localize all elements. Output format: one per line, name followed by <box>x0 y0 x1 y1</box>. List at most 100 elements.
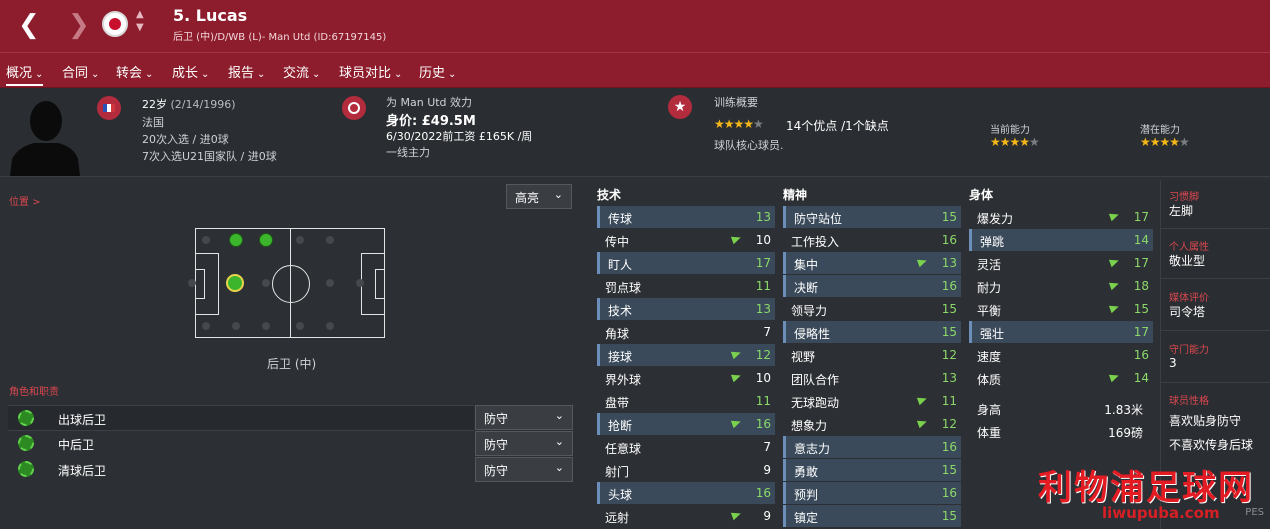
player-dob: (2/14/1996) <box>170 98 236 111</box>
attribute-name: 耐力 <box>977 281 1002 295</box>
trend-arrow-icon <box>730 417 743 429</box>
trend-arrow-icon <box>1108 256 1121 268</box>
attribute-row: 勇敢 15 <box>783 459 961 481</box>
attribute-row: 无球跑动 11 <box>783 390 961 412</box>
attribute-row: 射门 9 <box>597 459 775 481</box>
attribute-value: 7 <box>763 440 771 454</box>
chevron-down-icon: ⌄ <box>145 69 154 80</box>
attribute-name: 盘带 <box>605 396 630 410</box>
up-arrow-icon[interactable]: ▲ <box>136 8 144 21</box>
attribute-value: 12 <box>941 417 957 431</box>
trait-item: 喜欢贴身防守 <box>1169 414 1242 428</box>
player-silhouette-icon <box>10 101 80 176</box>
attribute-row: 视野 12 <box>783 344 961 366</box>
goalkeeping-value: 3 <box>1169 356 1177 370</box>
attribute-name: 领导力 <box>791 304 828 318</box>
position-marker-wingback-left <box>259 233 273 247</box>
personality-value: 敬业型 <box>1169 254 1206 268</box>
attribute-row: 盯人 17 <box>597 252 775 274</box>
attribute-row: 任意球 7 <box>597 436 775 458</box>
attribute-value: 14 <box>1133 233 1149 247</box>
forward-button[interactable]: ❯ <box>68 10 90 40</box>
squad-status: 一线主力 <box>386 146 430 159</box>
attribute-value: 16 <box>755 486 771 500</box>
role-row[interactable]: 出球后卫 <box>8 405 474 431</box>
attribute-value: 16 <box>1133 348 1149 362</box>
attribute-row: 平衡 15 <box>969 298 1153 320</box>
player-header: ❮ ❯ ▲ ▼ 5. Lucas 后卫 (中)/D/WB (L)- Man Ut… <box>0 0 1270 52</box>
tab-overview[interactable]: 概况 ⌄ <box>6 62 44 86</box>
role-icon <box>18 435 34 451</box>
player-switch-arrows[interactable]: ▲ ▼ <box>136 8 144 34</box>
attribute-value: 15 <box>941 509 957 523</box>
attribute-value: 11 <box>941 394 957 408</box>
tab-development[interactable]: 成长 ⌄ <box>172 62 209 81</box>
attribute-name: 决断 <box>794 281 819 295</box>
player-name: 5. Lucas <box>173 6 248 25</box>
tab-contract[interactable]: 合同 ⌄ <box>62 62 99 81</box>
attribute-value: 9 <box>763 509 771 523</box>
tab-compare[interactable]: 球员对比 ⌄ <box>339 62 402 81</box>
highlight-dropdown[interactable]: 高亮 ⌄ <box>506 184 572 209</box>
role-row[interactable]: 清球后卫 <box>8 457 474 481</box>
attribute-name: 角球 <box>605 327 630 341</box>
player-nation: 法国 <box>142 116 164 129</box>
attribute-name: 盯人 <box>608 258 633 272</box>
attribute-name: 罚点球 <box>605 281 642 295</box>
attribute-value: 7 <box>763 325 771 339</box>
roles-label: 角色和职责 <box>9 387 59 398</box>
attribute-value: 16 <box>941 279 957 293</box>
attribute-value: 18 <box>1133 279 1149 293</box>
club-icon <box>342 96 366 120</box>
star-icon: ★ <box>668 95 692 119</box>
weight-row: 体重 169磅 <box>977 426 1143 440</box>
role-row[interactable]: 中后卫 <box>8 431 474 455</box>
plays-for: 为 Man Utd 效力 <box>386 96 473 109</box>
trend-arrow-icon <box>730 371 743 383</box>
attribute-value: 12 <box>755 348 771 362</box>
tab-reports[interactable]: 报告 ⌄ <box>228 62 265 81</box>
attribute-row: 意志力 16 <box>783 436 961 458</box>
attribute-row: 传球 13 <box>597 206 775 228</box>
attribute-value: 16 <box>941 486 957 500</box>
attribute-value: 14 <box>1133 371 1149 385</box>
attribute-name: 抢断 <box>608 419 633 433</box>
attribute-row: 决断 16 <box>783 275 961 297</box>
role-icon <box>18 461 34 477</box>
attribute-name: 防守站位 <box>794 212 843 226</box>
attribute-row: 灵活 17 <box>969 252 1153 274</box>
attribute-row: 角球 7 <box>597 321 775 343</box>
position-marker-center-back <box>226 274 244 292</box>
attribute-name: 弹跳 <box>980 235 1005 249</box>
back-button[interactable]: ❮ <box>18 10 40 40</box>
tab-transfer[interactable]: 转会 ⌄ <box>116 62 153 81</box>
technical-title: 技术 <box>597 188 622 202</box>
attribute-value: 13 <box>755 210 771 224</box>
attribute-row: 技术 13 <box>597 298 775 320</box>
attribute-row: 弹跳 14 <box>969 229 1153 251</box>
down-arrow-icon[interactable]: ▼ <box>136 21 144 34</box>
attribute-row: 接球 12 <box>597 344 775 366</box>
personality-label: 个人属性 <box>1169 242 1209 253</box>
duty-dropdown[interactable]: 防守 ⌄ <box>475 457 573 482</box>
attribute-value: 10 <box>755 371 771 385</box>
attribute-value: 17 <box>1133 256 1149 270</box>
player-value: 身价: £49.5M <box>386 114 476 129</box>
position-link[interactable]: 位置 > <box>9 193 41 208</box>
attribute-value: 17 <box>1133 325 1149 339</box>
attribute-value: 12 <box>941 348 957 362</box>
attribute-name: 头球 <box>608 488 633 502</box>
duty-dropdown[interactable]: 防守 ⌄ <box>475 431 573 456</box>
tab-interaction[interactable]: 交流 ⌄ <box>283 62 320 81</box>
attribute-name: 视野 <box>791 350 816 364</box>
duty-dropdown[interactable]: 防守 ⌄ <box>475 405 573 430</box>
tab-history[interactable]: 历史 ⌄ <box>419 62 456 81</box>
goalkeeping-label: 守门能力 <box>1169 345 1209 356</box>
height-row: 身高 1.83米 <box>977 403 1143 417</box>
current-ability-label: 当前能力 <box>990 125 1030 136</box>
attribute-row: 预判 16 <box>783 482 961 504</box>
u21-caps: 7次入选U21国家队 / 进0球 <box>142 150 277 163</box>
trend-arrow-icon <box>730 509 743 521</box>
position-marker-left-back <box>229 233 243 247</box>
attribute-name: 体质 <box>977 373 1002 387</box>
